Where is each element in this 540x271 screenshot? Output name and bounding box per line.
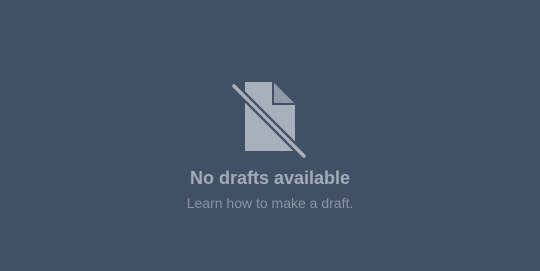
learn-link-container: Learn how to make a draft. bbox=[0, 194, 540, 212]
learn-how-link[interactable]: Learn how to make a draft. bbox=[187, 195, 354, 211]
empty-state: No drafts available Learn how to make a … bbox=[0, 0, 540, 271]
no-document-icon bbox=[230, 80, 310, 160]
empty-state-title: No drafts available bbox=[189, 168, 351, 188]
